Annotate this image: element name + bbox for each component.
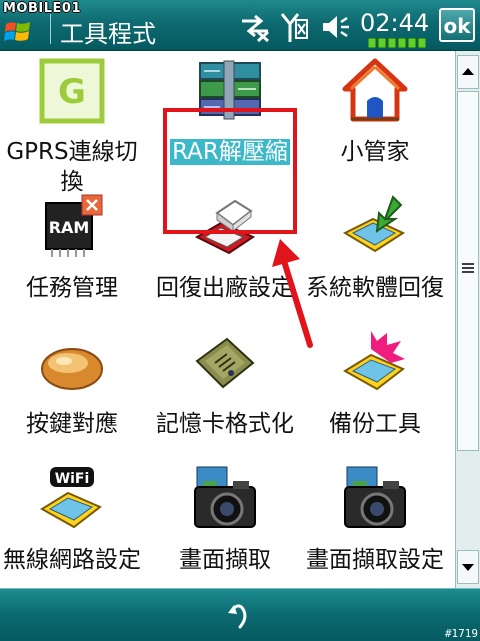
memory-card-icon <box>195 337 255 389</box>
device-burst-icon <box>343 331 405 391</box>
ok-button[interactable]: ok <box>439 8 475 42</box>
signal-icon[interactable] <box>280 10 310 44</box>
bread-bun-icon <box>41 348 103 390</box>
back-icon[interactable] <box>224 599 256 631</box>
grid-item-label: 系統軟體回復 <box>306 275 444 301</box>
camera-settings-icon <box>344 466 406 528</box>
arrow-down-icon <box>462 564 474 571</box>
svg-text:WiFi: WiFi <box>55 471 90 487</box>
scroll-up-button[interactable] <box>457 55 479 89</box>
grid-item-label: 小管家 <box>340 139 410 165</box>
gprs-g-icon: G <box>39 58 105 124</box>
grid-item-label: 任務管理 <box>26 275 118 301</box>
ram-chip-icon: RAM <box>45 194 103 257</box>
soft-key-bar: #1719 <box>0 588 480 641</box>
title-bar: MOBILE01 工具程式 02:44 ok <box>0 0 480 51</box>
grid-item-label: 無線網路設定 <box>3 547 141 573</box>
wifi-device-icon: WiFi <box>40 467 102 529</box>
connectivity-icon[interactable] <box>238 12 272 42</box>
grip-icon <box>462 263 474 273</box>
svg-text:RAM: RAM <box>49 218 90 237</box>
red-highlight-box <box>163 108 297 234</box>
program-grid: G GPRS連線切換 RAR解壓縮 小管家 RAM 任務管理 回復出廠設定 系統… <box>0 51 455 588</box>
grid-item-label: 畫面擷取設定 <box>306 547 444 573</box>
windows-start-icon[interactable] <box>4 18 32 46</box>
grid-item-label: 記憶卡格式化 <box>156 411 294 437</box>
grid-item-label: 備份工具 <box>329 411 421 437</box>
battery-icon <box>368 38 426 48</box>
grid-item-label: 畫面擷取 <box>179 547 271 573</box>
watermark-id: #1719 <box>444 627 478 640</box>
grid-item-label: GPRS連線切換 <box>6 139 138 195</box>
scroll-thumb[interactable] <box>457 91 479 451</box>
page-title: 工具程式 <box>60 20 156 48</box>
title-separator <box>50 14 51 44</box>
vertical-scrollbar[interactable] <box>455 51 480 588</box>
arrow-up-icon <box>462 68 474 75</box>
camera-icon <box>194 466 256 528</box>
red-arrow-annotation <box>272 239 313 348</box>
house-icon <box>342 58 408 122</box>
device-download-icon <box>342 195 406 253</box>
volume-icon[interactable] <box>320 12 350 42</box>
clock[interactable]: 02:44 <box>360 9 429 37</box>
scroll-down-button[interactable] <box>457 550 479 584</box>
grid-item-label: 按鍵對應 <box>26 411 118 437</box>
svg-text:G: G <box>58 72 86 112</box>
